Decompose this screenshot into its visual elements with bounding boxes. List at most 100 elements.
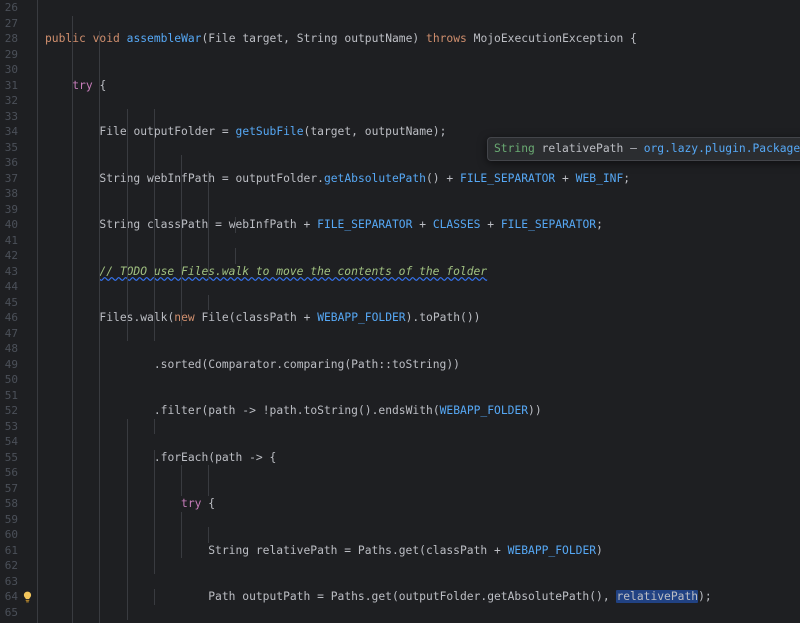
line-number: 58 bbox=[4, 497, 18, 510]
code-line[interactable]: String classPath = webInfPath + FILE_SEP… bbox=[38, 217, 800, 233]
gutter-line[interactable]: 48 bbox=[0, 341, 38, 357]
gutter-line[interactable]: 54 bbox=[0, 434, 38, 450]
tooltip-name: relativePath bbox=[541, 142, 624, 156]
gutter-line[interactable]: 52 bbox=[0, 403, 38, 419]
line-number: 29 bbox=[4, 47, 18, 61]
tooltip-qualifier: org.lazy.plugin.PackageAssembler.ass bbox=[643, 142, 800, 156]
gutter-line[interactable]: 50 bbox=[0, 372, 38, 388]
code-editor[interactable]: 26 27 28 29 30 31 32 33 34 35 36 37 38 39 40 41 42 43 44 45… bbox=[0, 0, 800, 623]
gutter-line[interactable]: 65 bbox=[0, 605, 38, 621]
gutter-line[interactable]: 63 bbox=[0, 574, 38, 590]
code-line[interactable]: // TODO use Files.walk to move the conte… bbox=[38, 264, 800, 280]
line-number: 36 bbox=[4, 156, 18, 169]
line-number: 65 bbox=[4, 605, 18, 619]
gutter-line[interactable]: 26 bbox=[0, 0, 38, 16]
line-number: 43 bbox=[4, 264, 18, 278]
gutter-line[interactable]: 43 bbox=[0, 264, 38, 280]
line-number: 47 bbox=[4, 326, 18, 340]
tooltip-type: String bbox=[494, 142, 535, 156]
line-number: 46 bbox=[4, 311, 18, 324]
line-number: 48 bbox=[4, 342, 18, 355]
line-number: 40 bbox=[4, 218, 18, 231]
line-number: 61 bbox=[4, 543, 18, 557]
gutter-line[interactable]: 39 bbox=[0, 202, 38, 218]
gutter-line[interactable]: 38 bbox=[0, 186, 38, 202]
gutter-line[interactable]: 61 bbox=[0, 543, 38, 559]
code-line[interactable]: Path outputPath = Paths.get(outputFolder… bbox=[38, 589, 800, 605]
lightbulb-icon[interactable] bbox=[22, 591, 33, 603]
line-number: 56 bbox=[4, 466, 18, 479]
code-line[interactable]: try { bbox=[38, 78, 800, 94]
line-number: 54 bbox=[4, 435, 18, 448]
line-number: 55 bbox=[4, 450, 18, 464]
gutter-line[interactable]: 49 bbox=[0, 357, 38, 373]
gutter-line[interactable]: 47 bbox=[0, 326, 38, 342]
gutter-line[interactable]: 27 bbox=[0, 16, 38, 32]
line-number: 42 bbox=[4, 249, 18, 262]
line-number: 26 bbox=[4, 1, 18, 14]
line-number: 62 bbox=[4, 559, 18, 572]
editor-gutter[interactable]: 26 27 28 29 30 31 32 33 34 35 36 37 38 39 40 41 42 43 44 45… bbox=[0, 0, 38, 623]
line-number: 57 bbox=[4, 481, 18, 495]
line-number: 41 bbox=[4, 233, 18, 247]
line-number: 45 bbox=[4, 295, 18, 309]
line-number: 50 bbox=[4, 373, 18, 386]
gutter-line[interactable]: 46 bbox=[0, 310, 38, 326]
gutter-line[interactable]: 58 bbox=[0, 496, 38, 512]
gutter-line[interactable]: 55 bbox=[0, 450, 38, 466]
code-line[interactable]: Files.walk(new File(classPath + WEBAPP_F… bbox=[38, 310, 800, 326]
line-number: 53 bbox=[4, 419, 18, 433]
tooltip-separator: — bbox=[630, 142, 637, 156]
gutter-line[interactable]: 34 bbox=[0, 124, 38, 140]
line-number: 27 bbox=[4, 16, 18, 30]
gutter-line[interactable]: 30 bbox=[0, 62, 38, 78]
gutter-line[interactable]: 42 bbox=[0, 248, 38, 264]
line-number: 63 bbox=[4, 574, 18, 588]
line-number: 49 bbox=[4, 357, 18, 371]
gutter-line[interactable]: 29 bbox=[0, 47, 38, 63]
line-number: 38 bbox=[4, 187, 18, 200]
gutter-line[interactable]: 59 bbox=[0, 512, 38, 528]
gutter-line[interactable]: 64 bbox=[0, 589, 38, 605]
gutter-line[interactable]: 62 bbox=[0, 558, 38, 574]
line-number: 59 bbox=[4, 512, 18, 526]
line-number: 37 bbox=[4, 171, 18, 185]
code-line[interactable]: .filter(path -> !path.toString().endsWit… bbox=[38, 403, 800, 419]
code-content[interactable]: public void assembleWar(File target, Str… bbox=[38, 0, 800, 623]
line-number: 64 bbox=[4, 590, 18, 603]
gutter-line[interactable]: 35 bbox=[0, 140, 38, 156]
code-line[interactable]: public void assembleWar(File target, Str… bbox=[38, 31, 800, 47]
line-number: 33 bbox=[4, 109, 18, 123]
gutter-line[interactable]: 53 bbox=[0, 419, 38, 435]
gutter-line[interactable]: 36 bbox=[0, 155, 38, 171]
gutter-line[interactable]: 33 bbox=[0, 109, 38, 125]
gutter-line[interactable]: 60 bbox=[0, 527, 38, 543]
gutter-line[interactable]: 45 bbox=[0, 295, 38, 311]
line-number: 39 bbox=[4, 202, 18, 216]
line-number: 31 bbox=[4, 78, 18, 92]
documentation-tooltip[interactable]: String relativePath — org.lazy.plugin.Pa… bbox=[487, 137, 800, 161]
gutter-line[interactable]: 32 bbox=[0, 93, 38, 109]
line-number: 34 bbox=[4, 125, 18, 138]
gutter-line[interactable]: 40 bbox=[0, 217, 38, 233]
gutter-line[interactable]: 56 bbox=[0, 465, 38, 481]
gutter-line[interactable]: 28 bbox=[0, 31, 38, 47]
gutter-line[interactable]: 51 bbox=[0, 388, 38, 404]
gutter-line[interactable]: 37 bbox=[0, 171, 38, 187]
code-line[interactable]: .forEach(path -> { bbox=[38, 450, 800, 466]
code-line[interactable]: try { bbox=[38, 496, 800, 512]
line-number: 32 bbox=[4, 94, 18, 107]
line-number: 52 bbox=[4, 404, 18, 417]
gutter-line[interactable]: 44 bbox=[0, 279, 38, 295]
gutter-line[interactable]: 57 bbox=[0, 481, 38, 497]
line-number: 51 bbox=[4, 388, 18, 402]
line-number: 60 bbox=[4, 528, 18, 541]
line-number: 30 bbox=[4, 63, 18, 76]
line-number: 44 bbox=[4, 280, 18, 293]
code-line[interactable]: String relativePath = Paths.get(classPat… bbox=[38, 543, 800, 559]
gutter-line[interactable]: 31 bbox=[0, 78, 38, 94]
code-line[interactable]: String webInfPath = outputFolder.getAbso… bbox=[38, 171, 800, 187]
gutter-line[interactable]: 41 bbox=[0, 233, 38, 249]
line-number: 28 bbox=[4, 32, 18, 45]
code-line[interactable]: .sorted(Comparator.comparing(Path::toStr… bbox=[38, 357, 800, 373]
